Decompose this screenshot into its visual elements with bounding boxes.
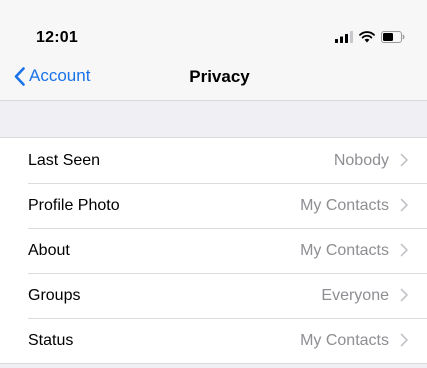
setting-label: About <box>28 241 70 259</box>
signal-icon <box>335 31 353 43</box>
privacy-settings-list: Last Seen Nobody Profile Photo My Contac… <box>0 137 427 364</box>
setting-row-about[interactable]: About My Contacts <box>0 228 427 273</box>
setting-row-profile-photo[interactable]: Profile Photo My Contacts <box>0 183 427 228</box>
setting-value: My Contacts <box>300 241 389 259</box>
setting-label: Groups <box>28 286 81 304</box>
battery-icon <box>381 31 405 43</box>
status-bar: 12:01 <box>0 0 427 56</box>
chevron-right-icon <box>400 153 408 167</box>
chevron-right-icon <box>400 288 408 302</box>
chevron-right-icon <box>400 243 408 257</box>
status-icons <box>335 30 405 44</box>
setting-label: Status <box>28 331 74 349</box>
setting-value: Nobody <box>333 151 389 169</box>
chevron-right-icon <box>400 198 408 212</box>
page-title: Privacy <box>189 67 250 86</box>
chevron-right-icon <box>400 333 408 347</box>
wifi-icon <box>359 31 375 43</box>
setting-label: Profile Photo <box>28 196 120 214</box>
setting-value: My Contacts <box>300 331 389 349</box>
setting-row-groups[interactable]: Groups Everyone <box>0 273 427 318</box>
setting-label: Last Seen <box>28 151 101 169</box>
setting-row-status[interactable]: Status My Contacts <box>0 318 427 363</box>
setting-row-last-seen[interactable]: Last Seen Nobody <box>0 138 427 183</box>
setting-value: Everyone <box>321 286 389 304</box>
status-time: 12:01 <box>36 29 78 46</box>
navigation-bar: Account Privacy <box>0 56 427 101</box>
setting-value: My Contacts <box>300 196 389 214</box>
